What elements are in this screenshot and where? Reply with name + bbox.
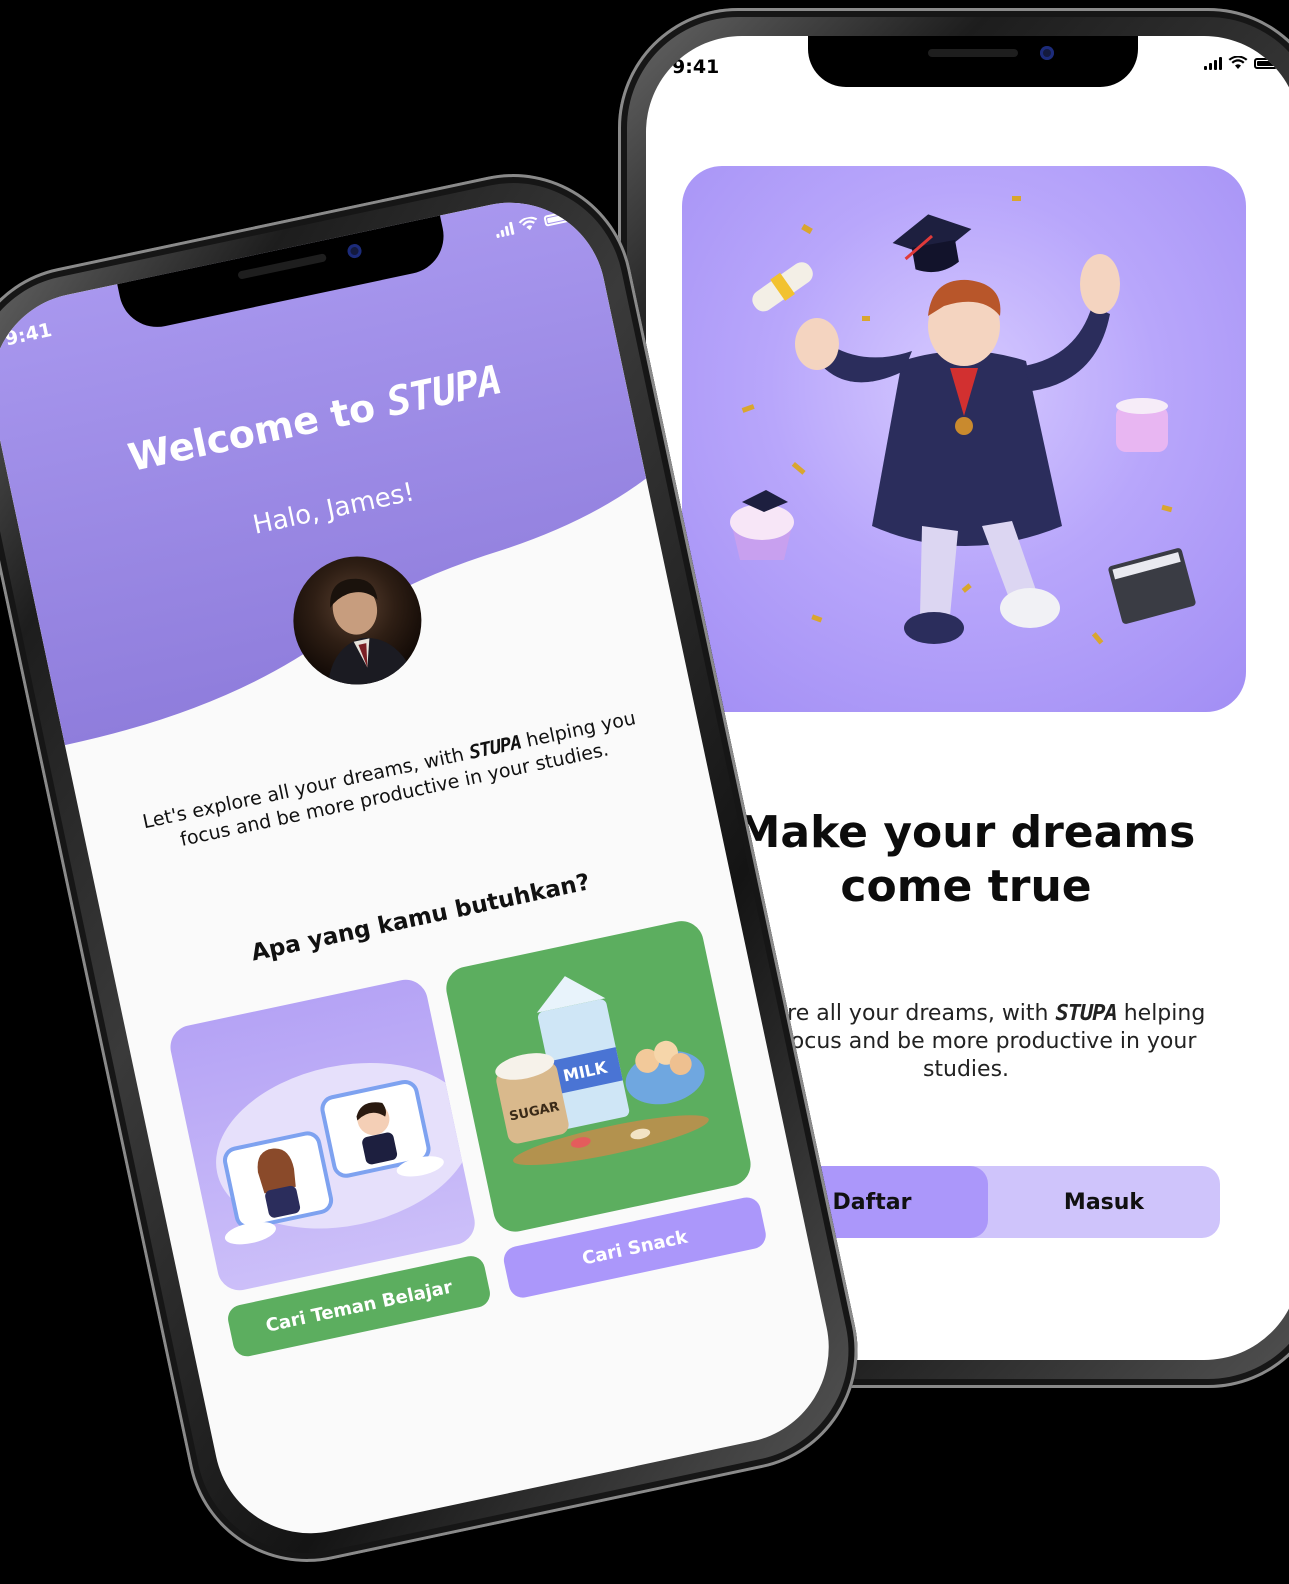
battery-icon	[543, 210, 570, 227]
wifi-icon	[518, 216, 538, 231]
brand-logo: STUPA	[1055, 1001, 1117, 1026]
signal-icon	[1204, 56, 1222, 70]
wifi-icon	[1228, 56, 1248, 69]
signal-icon	[494, 221, 515, 239]
battery-icon	[1254, 57, 1278, 69]
graduate-illustration	[730, 196, 1196, 645]
tile-cari-teman-belajar[interactable]: Cari Teman Belajar	[166, 975, 493, 1359]
status-bar: 9:41	[646, 54, 1289, 80]
hero-illustration-card	[682, 166, 1246, 712]
tile-cari-snack[interactable]: MILK SUGAR Cari Snack	[442, 917, 769, 1301]
status-time: 9:41	[672, 56, 720, 78]
study-friends-illustration	[166, 975, 479, 1295]
snack-groceries-illustration: MILK SUGAR	[442, 917, 755, 1236]
masuk-button[interactable]: Masuk	[988, 1166, 1220, 1238]
